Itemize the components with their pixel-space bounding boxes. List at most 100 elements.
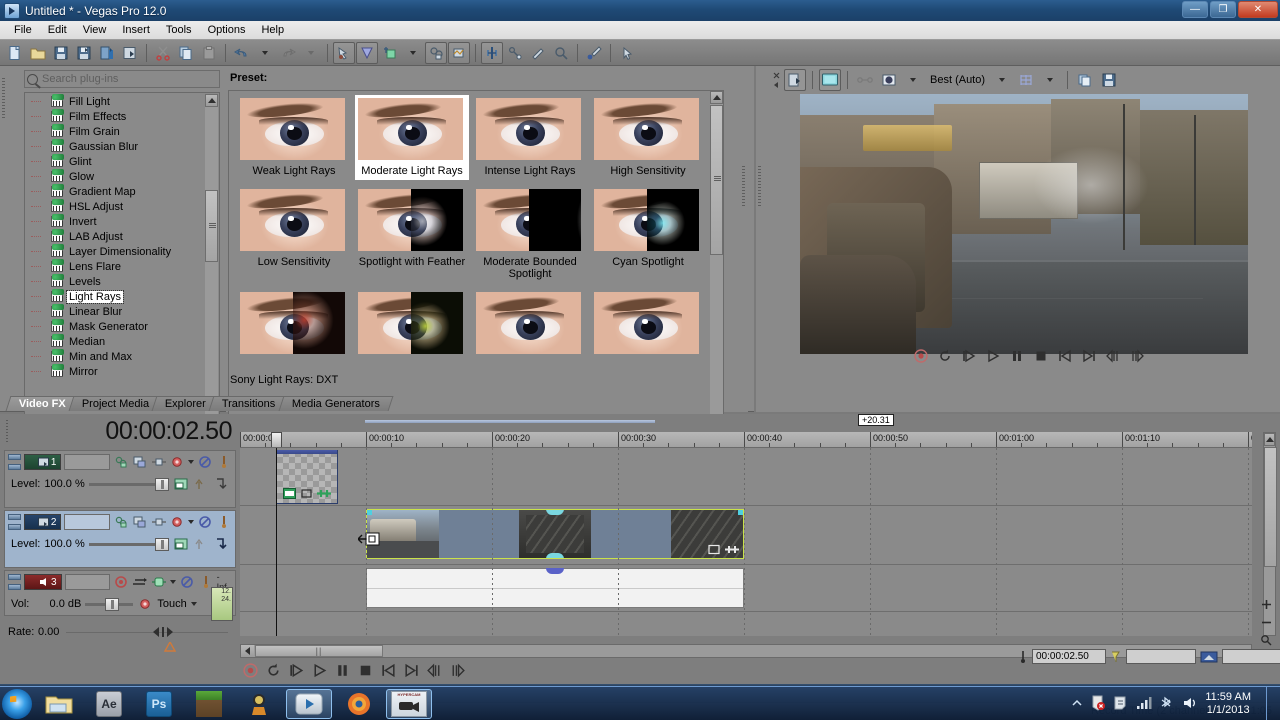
envelope-dropdown-icon[interactable] (402, 42, 424, 64)
pause-icon[interactable] (1007, 346, 1027, 366)
track-automation-settings-icon-2[interactable] (170, 514, 186, 530)
envelope-edit-tool-icon[interactable] (448, 41, 470, 64)
crossfade-icon[interactable] (527, 42, 549, 64)
audio-fade-top-handle[interactable] (546, 568, 564, 574)
dock-splitter-vertical[interactable] (740, 66, 748, 412)
maximize-button[interactable]: ❐ (1210, 1, 1236, 18)
plugin-list-item[interactable]: Min and Max (25, 349, 204, 364)
preview-display-icon[interactable] (819, 69, 841, 91)
timeline-tracks[interactable] (240, 448, 1252, 636)
go-to-end-icon[interactable] (401, 660, 421, 680)
plugin-list-item[interactable]: Mask Generator (25, 319, 204, 334)
step-back-icon[interactable] (424, 660, 444, 680)
preset-item[interactable]: Intense Light Rays (473, 95, 587, 180)
volume-icon[interactable] (1182, 695, 1198, 714)
preset-scroll-up-button[interactable] (710, 91, 723, 104)
undo-dropdown-icon[interactable] (254, 42, 276, 64)
render-as-icon[interactable] (119, 42, 141, 64)
track-vol-slider-3[interactable] (85, 597, 134, 611)
timeline-track-row-1[interactable] (240, 448, 1252, 506)
rate-slider-handle[interactable] (150, 625, 176, 642)
preset-scroll-thumb[interactable] (710, 105, 723, 255)
track-fx-icon-2[interactable] (113, 514, 129, 530)
preset-item[interactable]: High Sensitivity (591, 95, 705, 180)
quality-dropdown-icon-2[interactable] (991, 69, 1013, 91)
track-mute-icon-3[interactable] (179, 574, 195, 590)
selection-edit-tool-icon[interactable] (481, 41, 503, 64)
preset-item[interactable] (473, 289, 587, 362)
plugin-list-scrollbar[interactable] (205, 94, 218, 446)
track-header-audio-3[interactable]: 3 - Vol: 0.0 dB Touch 12. 24. (4, 570, 236, 621)
minimize-button[interactable]: — (1182, 1, 1208, 18)
zoom-tool-button[interactable] (1258, 632, 1274, 648)
menu-options[interactable]: Options (200, 22, 254, 38)
taskbar-item-photoshop[interactable]: Ps (136, 689, 182, 719)
menu-file[interactable]: File (6, 22, 40, 38)
track-child-down-icon-2[interactable] (213, 536, 229, 552)
scroll-thumb[interactable] (205, 190, 218, 262)
track-fx-icon-1[interactable] (113, 454, 129, 470)
preset-item[interactable]: Moderate Light Rays (355, 95, 469, 180)
plugin-list-item[interactable]: Fill Light (25, 94, 204, 109)
plugin-list-item[interactable]: Invert (25, 214, 204, 229)
preset-grid[interactable]: Weak Light Rays Moderate Light Rays Intens… (229, 91, 709, 368)
go-to-start-icon[interactable] (1055, 346, 1075, 366)
menu-view[interactable]: View (75, 22, 115, 38)
taskbar-item-character-app[interactable] (236, 689, 282, 719)
plugin-list-item[interactable]: Mirror (25, 364, 204, 379)
track-level-slider-1[interactable] (88, 477, 169, 491)
preset-item[interactable] (237, 289, 351, 362)
plugin-list-item[interactable]: Linear Blur (25, 304, 204, 319)
track-automation-mode-label-3[interactable]: Touch (157, 598, 186, 610)
track-parent-up-icon-1[interactable] (193, 476, 209, 492)
copy-icon[interactable] (175, 42, 197, 64)
track-phase-invert-icon-3[interactable] (151, 574, 167, 590)
track-media-icon-1[interactable] (173, 476, 189, 492)
preview-quality-icon[interactable] (878, 69, 900, 91)
start-orb-icon[interactable] (2, 688, 32, 719)
network-icon[interactable] (1136, 696, 1152, 713)
menu-tools[interactable]: Tools (158, 22, 200, 38)
tab-transitions[interactable]: Transitions (208, 396, 289, 411)
timeline-cursor-head[interactable] (271, 432, 282, 447)
plugin-list-item[interactable]: Glint (25, 154, 204, 169)
timeline-event-audio-3[interactable] (366, 568, 744, 608)
properties-icon[interactable] (96, 42, 118, 64)
taskbar-item-after-effects[interactable]: Ae (86, 689, 132, 719)
timecode-display[interactable]: 00:00:02.50 (8, 414, 240, 448)
track-parent-up-icon-2[interactable] (193, 536, 209, 552)
magnifier-icon[interactable] (550, 42, 572, 64)
dock-grip[interactable] (0, 66, 7, 411)
track-compositing-icon-2[interactable] (151, 514, 167, 530)
auto-ripple-icon[interactable] (356, 41, 378, 64)
taskbar-item-minecraft[interactable] (186, 689, 232, 719)
preview-quality-label[interactable]: Best (Auto) (926, 74, 989, 86)
track-automation-mode-dropdown-3[interactable] (190, 602, 197, 606)
timeline-scroll-thumb[interactable] (1264, 447, 1277, 567)
preset-item[interactable]: Moderate Bounded Spotlight (473, 186, 587, 283)
track-compositing-icon-1[interactable] (151, 454, 167, 470)
redo-dropdown-icon[interactable] (300, 42, 322, 64)
track-arm-record-icon-3[interactable] (113, 574, 129, 590)
menu-edit[interactable]: Edit (40, 22, 75, 38)
normal-edit-tool-icon[interactable] (425, 41, 447, 64)
track-automation-dropdown-2[interactable] (188, 520, 195, 524)
play-icon[interactable] (983, 346, 1003, 366)
track-header-video-2[interactable]: 2 Level: 100.0 % (4, 510, 236, 568)
play-icon[interactable] (309, 660, 329, 680)
project-video-properties-icon[interactable] (784, 69, 806, 91)
copy-snapshot-icon[interactable] (1074, 69, 1096, 91)
plugin-list-item[interactable]: Light Rays (25, 289, 204, 304)
track-phase-dropdown-3[interactable] (169, 580, 176, 584)
bluetooth-icon[interactable] (1159, 695, 1175, 714)
track-header-video-1[interactable]: 1 Level: 100.0 % (4, 450, 236, 508)
security-alert-icon[interactable] (1090, 695, 1106, 714)
timeline-event-video-1[interactable] (276, 450, 338, 504)
event-envelope-icon[interactable] (379, 42, 401, 64)
track-automation-settings-icon-1[interactable] (170, 454, 186, 470)
record-icon[interactable] (240, 660, 260, 680)
save-snapshot-icon[interactable] (1098, 69, 1120, 91)
stop-icon[interactable] (1031, 346, 1051, 366)
enable-snapping-icon[interactable] (333, 41, 355, 64)
close-button[interactable]: ✕ (1238, 1, 1278, 18)
